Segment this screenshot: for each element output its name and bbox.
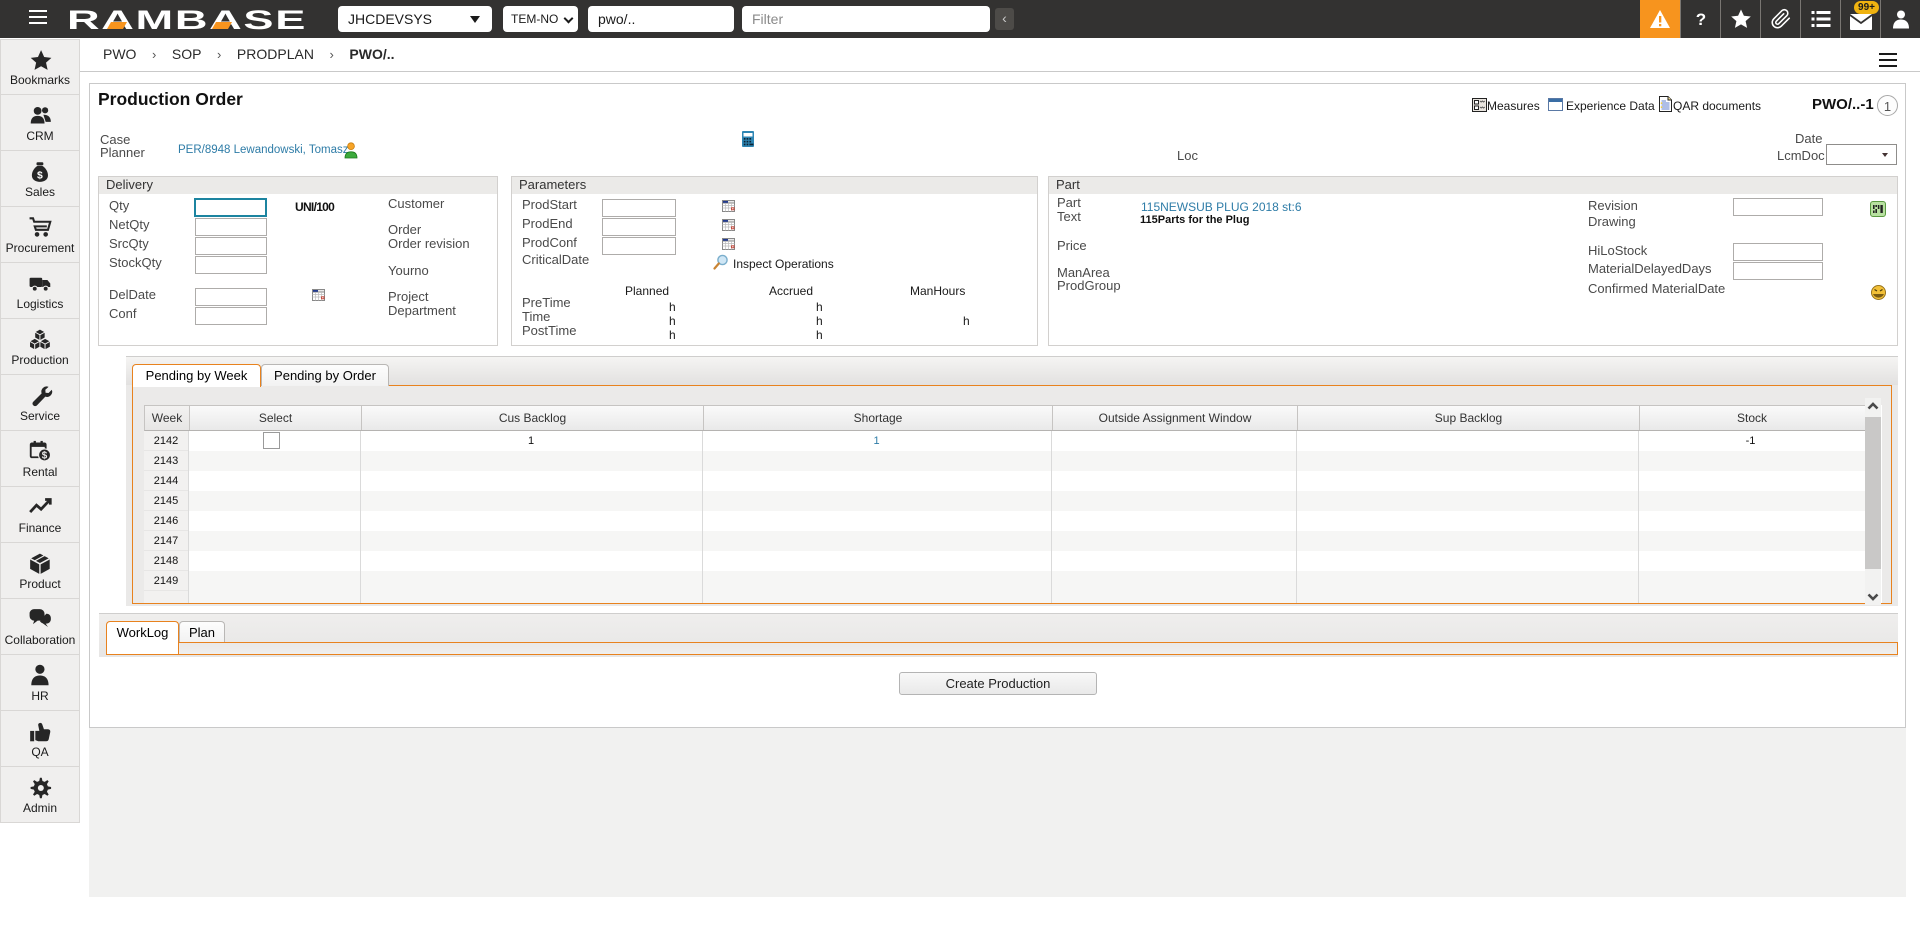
svg-text:$: $ [41,451,47,462]
svg-text:RAMBASE: RAMBASE [67,7,307,31]
svg-text:?: ? [1695,10,1705,28]
svg-text:$: $ [37,170,43,181]
